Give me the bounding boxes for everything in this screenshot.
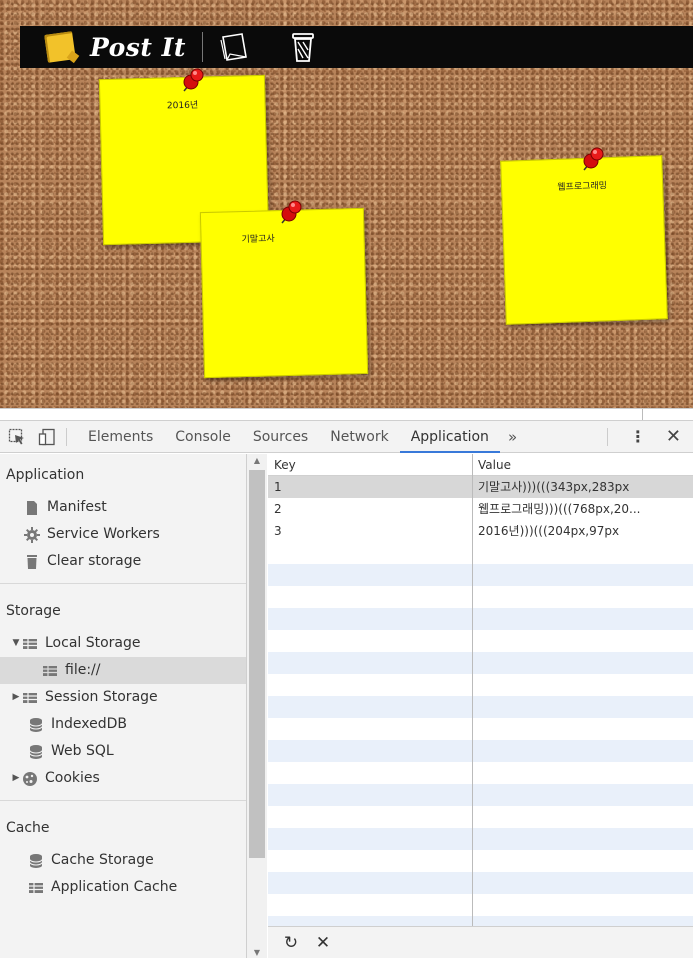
table-row[interactable]: 3 2016년)))(((204px,97px	[268, 520, 693, 542]
more-tabs-button[interactable]: »	[500, 428, 525, 446]
sidebar-item-application-cache[interactable]: Application Cache	[0, 874, 246, 901]
column-header-value[interactable]: Value	[472, 454, 693, 475]
close-devtools-button[interactable]: ✕	[658, 426, 693, 447]
new-note-icon[interactable]	[217, 30, 251, 64]
post-it-logo-icon	[44, 31, 76, 63]
scrollbar-thumb[interactable]	[249, 470, 265, 858]
expanded-arrow-icon[interactable]: ▼	[10, 630, 22, 657]
sidebar-item-service-workers[interactable]: Service Workers	[0, 521, 246, 548]
table-footer: ↻ ✕	[268, 926, 693, 958]
cell-value[interactable]: 웹프로그래밍)))(((768px,20...	[472, 498, 693, 520]
app-title: Post It	[90, 32, 186, 62]
tab-network[interactable]: Network	[319, 421, 399, 453]
sidebar-header-storage: Storage	[6, 603, 61, 619]
cell-value[interactable]: 기말고사)))(((343px,283px	[472, 476, 693, 498]
database-icon	[29, 717, 43, 732]
database-icon	[29, 853, 43, 868]
sidebar-item-clear-storage[interactable]: Clear storage	[0, 548, 246, 575]
tab-application[interactable]: Application	[399, 421, 501, 453]
application-sidebar: Application Manifest Service Workers Cle…	[0, 454, 247, 958]
sidebar-item-label: IndexedDB	[51, 716, 127, 732]
strip-divider	[642, 409, 643, 420]
sidebar-item-label: Cache Storage	[51, 852, 154, 868]
sidebar-item-label: Service Workers	[47, 526, 160, 542]
post-it-note[interactable]: 기말고사	[199, 207, 369, 379]
sidebar-item-indexeddb[interactable]: IndexedDB	[0, 711, 246, 738]
scroll-down-arrow-icon[interactable]: ▼	[247, 948, 267, 957]
cell-value[interactable]: 2016년)))(((204px,97px	[472, 520, 693, 542]
sidebar-item-local-storage[interactable]: ▼ Local Storage	[0, 630, 246, 657]
toolbar-separator	[606, 427, 608, 446]
customize-menu-button[interactable]: ⋮	[618, 427, 658, 446]
toolbar-separator	[66, 427, 67, 446]
grid-icon	[29, 882, 43, 893]
gear-icon	[24, 526, 40, 543]
document-icon	[27, 500, 37, 515]
column-divider	[472, 454, 473, 926]
sidebar-header-application: Application	[6, 467, 85, 483]
pushpin-icon	[583, 147, 604, 171]
sidebar-scrollbar[interactable]: ▲ ▼	[247, 454, 267, 958]
sidebar-item-label: Web SQL	[51, 743, 114, 759]
tab-console[interactable]: Console	[164, 421, 242, 453]
devtools-panel: Elements Console Sources Network Applica…	[0, 420, 693, 958]
cell-key[interactable]: 1	[268, 476, 472, 498]
page-bottom-strip	[0, 408, 693, 420]
pushpin-icon	[281, 200, 302, 224]
cork-board: Post It 2016년 기말고사 웹프로그래밍	[0, 0, 693, 420]
device-toolbar-icon[interactable]	[38, 428, 56, 446]
collapsed-arrow-icon[interactable]: ▶	[10, 684, 22, 711]
table-header: Key Value	[268, 454, 693, 476]
cell-key[interactable]: 2	[268, 498, 472, 520]
storage-table: Key Value 1 기말고사)))(((343px,283px 2 웹프로그…	[268, 454, 693, 926]
sidebar-item-manifest[interactable]: Manifest	[0, 494, 246, 521]
post-it-note[interactable]: 웹프로그래밍	[500, 155, 668, 325]
sidebar-divider	[0, 583, 246, 584]
grid-icon	[23, 692, 37, 703]
tab-sources[interactable]: Sources	[242, 421, 319, 453]
tab-elements[interactable]: Elements	[77, 421, 164, 453]
header-divider	[201, 32, 203, 62]
collapsed-arrow-icon[interactable]: ▶	[10, 765, 22, 792]
sidebar-item-label: Manifest	[47, 499, 107, 515]
sidebar-item-label: file://	[65, 662, 101, 678]
trash-icon[interactable]	[289, 30, 317, 64]
sidebar-header-cache: Cache	[6, 820, 50, 836]
trash-icon	[27, 554, 37, 569]
cell-key[interactable]: 3	[268, 520, 472, 542]
cookie-icon	[23, 771, 37, 786]
sidebar-item-label: Application Cache	[51, 879, 178, 895]
column-header-key[interactable]: Key	[268, 454, 472, 475]
sidebar-divider	[0, 800, 246, 801]
note-title: 웹프로그래밍	[557, 181, 608, 193]
sidebar-item-label: Local Storage	[45, 635, 141, 651]
note-title: 기말고사	[241, 234, 275, 246]
sidebar-item-cookies[interactable]: ▶ Cookies	[0, 765, 246, 792]
refresh-icon[interactable]: ↻	[282, 933, 300, 953]
sidebar-item-label: Session Storage	[45, 689, 158, 705]
note-title: 2016년	[166, 100, 199, 112]
grid-icon	[23, 638, 37, 649]
grid-icon	[43, 665, 57, 676]
sidebar-item-session-storage[interactable]: ▶ Session Storage	[0, 684, 246, 711]
sidebar-item-web-sql[interactable]: Web SQL	[0, 738, 246, 765]
table-row[interactable]: 1 기말고사)))(((343px,283px	[268, 476, 693, 498]
table-row[interactable]: 2 웹프로그래밍)))(((768px,20...	[268, 498, 693, 520]
devtools-toolbar: Elements Console Sources Network Applica…	[0, 421, 693, 453]
app-header: Post It	[20, 26, 693, 68]
sidebar-item-local-storage-file[interactable]: file://	[0, 657, 246, 684]
sidebar-item-label: Cookies	[45, 770, 100, 786]
clear-icon[interactable]: ✕	[314, 933, 332, 953]
sidebar-item-cache-storage[interactable]: Cache Storage	[0, 847, 246, 874]
sidebar-item-label: Clear storage	[47, 553, 142, 569]
database-icon	[29, 744, 43, 759]
scroll-up-arrow-icon[interactable]: ▲	[247, 456, 267, 465]
pushpin-icon	[183, 68, 204, 92]
toolbar-right-group: ⋮ ✕	[597, 426, 693, 447]
inspect-element-icon[interactable]	[8, 428, 26, 446]
